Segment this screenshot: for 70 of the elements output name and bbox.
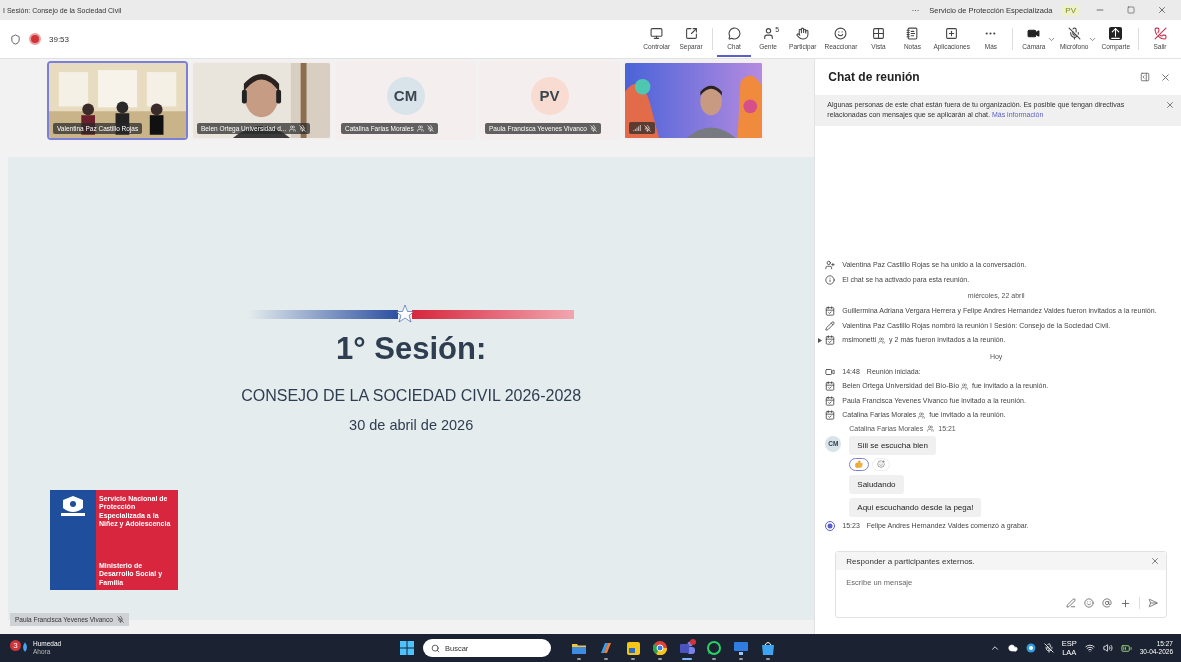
hang-up-icon: [1153, 27, 1167, 40]
search-icon: [431, 643, 440, 653]
send-icon[interactable]: [1148, 598, 1158, 608]
notification-count: 3: [10, 640, 21, 651]
calendar-icon: [825, 410, 836, 420]
smiley-plus-icon: [877, 460, 886, 468]
message-bubble: Aqui escuchando desde la pega!: [849, 497, 982, 517]
recording-icon: [825, 520, 836, 531]
participant-avatar: PV: [530, 76, 569, 115]
calendar-icon: [825, 381, 836, 391]
chat-title: Chat de reunión: [828, 70, 921, 84]
mention-icon[interactable]: [1102, 598, 1112, 608]
slide-subtitle: CONSEJO DE LA SOCIEDAD CIVIL 2026-2028: [241, 386, 582, 405]
close-icon[interactable]: [1157, 5, 1167, 15]
close-button[interactable]: [1160, 71, 1171, 83]
emblem-icon: [59, 496, 87, 518]
participant-avatar: CM: [386, 76, 425, 115]
pencil-icon: [825, 320, 836, 331]
chat-icon: [727, 27, 741, 40]
calendar-icon: [825, 306, 836, 316]
emoji-icon[interactable]: [1084, 598, 1094, 608]
smiley-icon: [834, 27, 848, 40]
screen-cursor-icon: [650, 27, 664, 40]
people-app-icon: [679, 641, 695, 655]
meeting-timer: 39:53: [49, 34, 70, 44]
format-icon[interactable]: [1066, 598, 1076, 608]
slide-date: 30 de abril de 2026: [349, 416, 474, 433]
folder-icon: [572, 642, 586, 654]
person-add-icon: [825, 260, 836, 270]
plus-square-icon: [945, 27, 959, 40]
app-tray-icon[interactable]: [1025, 643, 1036, 653]
water-drop-icon[interactable]: [21, 640, 29, 654]
like-reaction[interactable]: [849, 457, 870, 471]
thumbs-up-icon: [855, 460, 864, 468]
note-app-icon: [626, 641, 640, 655]
message-bubble: Siii se escucha bien: [849, 435, 937, 455]
browser-icon: [653, 641, 667, 655]
close-button[interactable]: [1150, 556, 1160, 566]
person-icon: [761, 27, 775, 40]
monitor-app-icon: [734, 641, 748, 655]
popout-button[interactable]: [1140, 72, 1150, 82]
dismiss-button[interactable]: [1165, 100, 1175, 110]
swirl-app-icon: [599, 641, 613, 655]
add-icon[interactable]: [1120, 597, 1131, 609]
calendar-icon: [825, 335, 836, 345]
chat-bubble-app-icon: [707, 641, 721, 655]
shield-icon: [10, 33, 21, 45]
info-icon: [825, 274, 836, 285]
chevron-up-icon[interactable]: [989, 643, 1000, 653]
popout-icon: [684, 27, 698, 40]
slide-title: 1° Sesión:: [336, 330, 487, 367]
mic-off-icon[interactable]: [1043, 643, 1054, 653]
wifi-icon[interactable]: [1084, 643, 1095, 653]
cloud-icon[interactable]: [1007, 643, 1018, 653]
signal-icon: [633, 124, 641, 132]
notes-icon: [905, 27, 919, 40]
hand-icon: [796, 27, 810, 40]
volume-icon[interactable]: [1102, 643, 1113, 653]
battery-icon[interactable]: [1120, 642, 1132, 654]
reply-notice-text: Responder a participantes externos.: [846, 556, 975, 566]
expand-caret-icon[interactable]: [818, 338, 823, 343]
camera-icon: [1027, 27, 1041, 40]
share-icon: [1109, 27, 1123, 40]
calendar-icon: [825, 395, 836, 406]
bag-app-icon: [761, 641, 775, 655]
message-bubble: Saludando: [849, 474, 904, 494]
user-initials[interactable]: PV: [1062, 4, 1079, 16]
video-icon: [825, 366, 836, 377]
windows-start-icon[interactable]: [400, 641, 414, 655]
grid-icon: [871, 27, 885, 40]
